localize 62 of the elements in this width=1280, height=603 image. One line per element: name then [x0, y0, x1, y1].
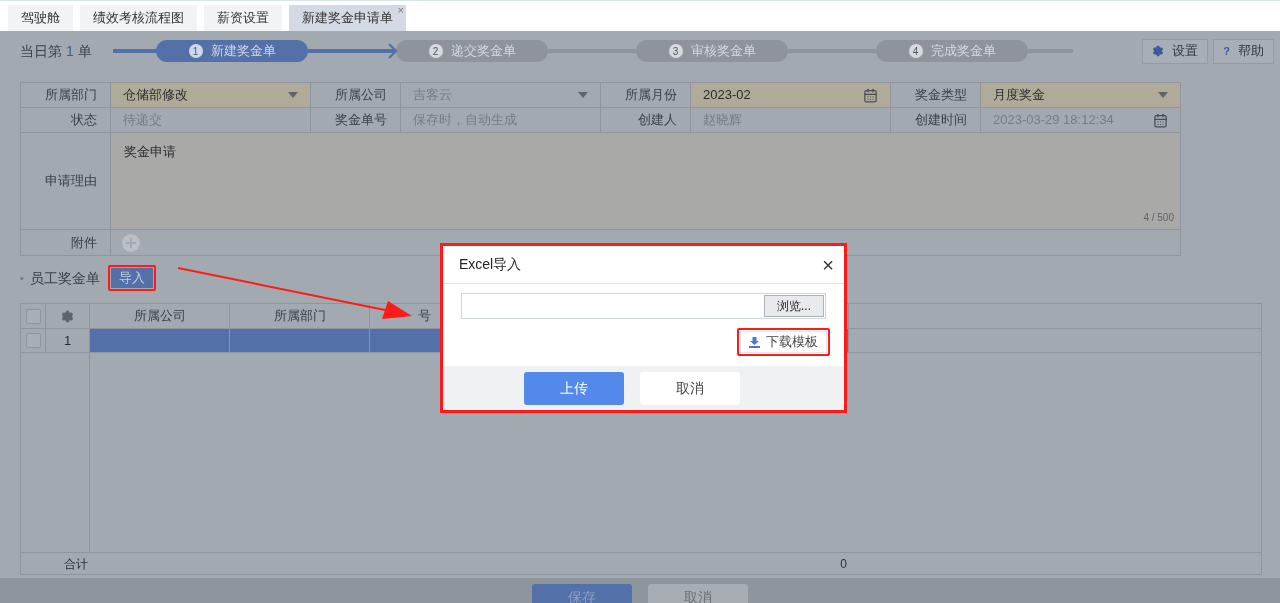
textarea-value: 奖金申请: [124, 144, 176, 159]
column-header: 所属部门: [273, 307, 326, 326]
close-button[interactable]: ×: [822, 254, 834, 275]
calendar-icon: [1153, 112, 1168, 128]
tab[interactable]: 绩效考核流程图: [80, 5, 197, 31]
form-field[interactable]: 月度奖金: [981, 83, 1181, 107]
field-value: 2023-02: [703, 86, 751, 105]
field-label: 所属月份: [625, 86, 677, 105]
cancel-button[interactable]: 取消: [639, 371, 740, 405]
field-label: 所属公司: [335, 86, 387, 105]
caret-icon: [578, 92, 588, 98]
close-mark[interactable]: ×: [397, 2, 404, 19]
step-label: 完成奖金单: [930, 42, 996, 60]
checkbox[interactable]: [25, 308, 41, 324]
tab[interactable]: 薪资设置: [204, 5, 282, 31]
column-header: 号: [418, 307, 431, 326]
step-number: 1: [188, 44, 203, 58]
settings-button[interactable]: 设置: [1142, 38, 1209, 64]
field-label: 奖金类型: [915, 86, 967, 105]
field-label: 奖金单号: [335, 111, 387, 130]
browse-button[interactable]: 浏览...: [764, 295, 824, 317]
daily-counter: 当日第 1 单: [20, 41, 93, 61]
add-icon[interactable]: [122, 233, 140, 252]
step-label: 递交奖金单: [450, 42, 516, 60]
total-label: 合计: [64, 555, 88, 573]
char-counter: 4 / 500: [1143, 211, 1174, 225]
settings-icon: [1152, 45, 1165, 57]
step-label: 审核奖金单: [690, 42, 756, 60]
upload-button[interactable]: 上传: [523, 371, 624, 405]
caret-icon: [1158, 92, 1168, 98]
step-number: 4: [908, 44, 923, 58]
file-input[interactable]: 浏览...: [461, 293, 826, 319]
dialog-title: Excel导入: [459, 255, 522, 274]
field-label: 创建时间: [915, 111, 967, 130]
tab[interactable]: 驾驶舱: [8, 5, 73, 31]
field-value: 月度奖金: [993, 86, 1045, 105]
field-label: 申请理由: [45, 172, 97, 191]
caret-icon: [288, 92, 298, 98]
step-number: 3: [668, 44, 683, 58]
step-label: 新建奖金单: [210, 42, 276, 60]
download-template-button[interactable]: 下载模板: [740, 331, 827, 353]
bullet: •: [20, 270, 24, 286]
tab[interactable]: 新建奖金申请单 ×: [289, 5, 406, 31]
reason-textarea[interactable]: 奖金申请 4 / 500: [111, 133, 1181, 230]
field-label: 状态: [71, 111, 97, 130]
field-value: 仓储部修改: [123, 86, 188, 105]
form-field[interactable]: 2023-02: [691, 83, 891, 107]
calendar-icon: [863, 87, 878, 103]
step-number: 2: [428, 44, 443, 58]
help-button[interactable]: ? 帮助: [1213, 38, 1274, 64]
column-header: 所属公司: [133, 307, 186, 326]
form-field[interactable]: 仓储部修改: [111, 83, 311, 107]
field-label: 附件: [71, 233, 97, 252]
checkbox[interactable]: [25, 333, 41, 348]
download-icon: [749, 336, 760, 348]
field-label: 所属部门: [45, 86, 97, 105]
total-value: 0: [840, 555, 847, 573]
section-title: 员工奖金单: [29, 268, 100, 288]
row-number: 1: [63, 331, 72, 350]
settings-icon[interactable]: [61, 309, 74, 323]
import-button[interactable]: 导入: [110, 268, 153, 288]
field-label: 创建人: [638, 111, 677, 130]
